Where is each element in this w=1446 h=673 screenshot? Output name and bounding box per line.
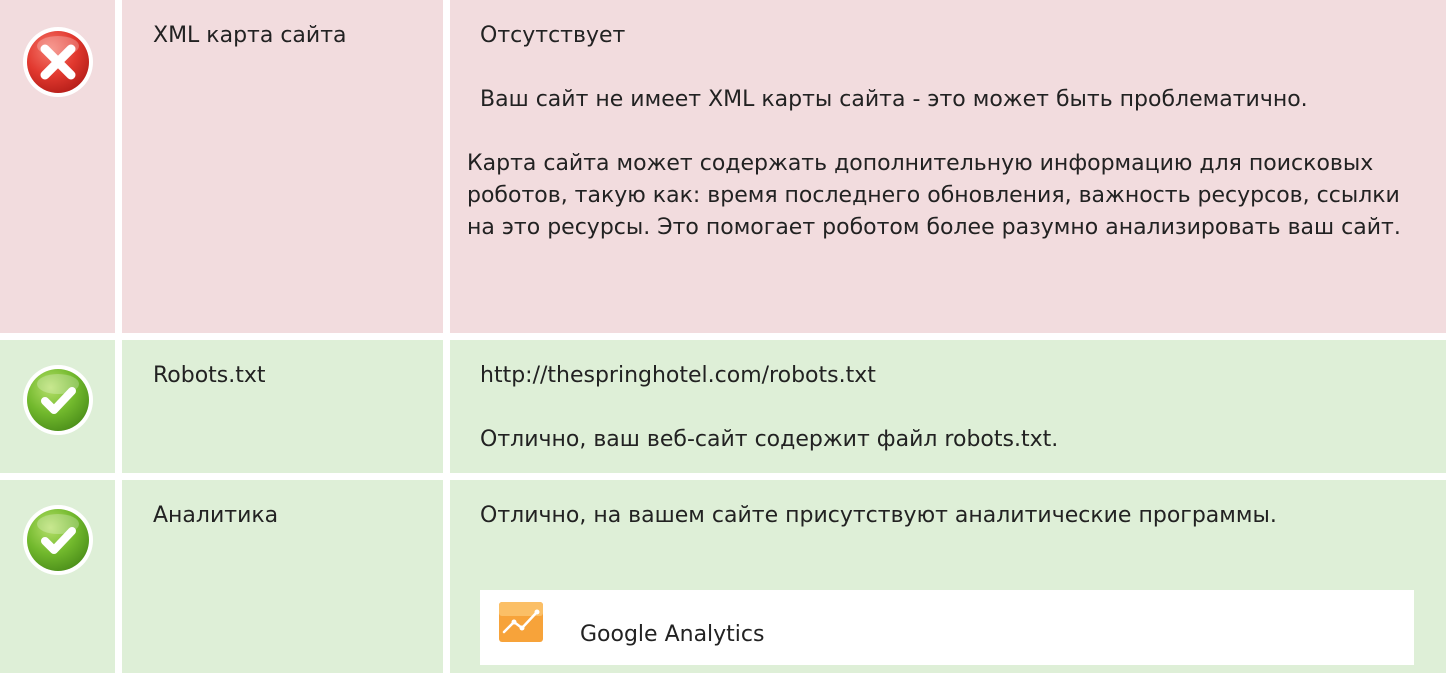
status-cell — [0, 0, 115, 333]
label-cell: Аналитика — [122, 480, 443, 673]
row-label: Аналитика — [153, 503, 279, 528]
check-icon — [23, 365, 93, 435]
check-icon — [23, 505, 93, 575]
row-message: Ваш сайт не имеет XML карты сайта - это … — [480, 87, 1308, 112]
google-analytics-icon — [499, 602, 543, 642]
content-cell: http://thespringhotel.com/robots.txt Отл… — [450, 340, 1446, 473]
tool-name: Google Analytics — [580, 622, 765, 647]
row-details: Карта сайта может содержать дополнительн… — [467, 151, 1401, 240]
content-cell: Отлично, на вашем сайте присутствуют ана… — [450, 480, 1446, 673]
status-cell — [0, 340, 115, 473]
row-message: Отлично, на вашем сайте присутствуют ана… — [480, 503, 1277, 528]
analytics-tool-item: Google Analytics — [480, 590, 1414, 665]
row-label: XML карта сайта — [153, 23, 347, 48]
label-cell: Robots.txt — [122, 340, 443, 473]
row-message: Отлично, ваш веб-сайт содержит файл robo… — [480, 427, 1059, 452]
error-x-icon — [23, 27, 93, 97]
robots-url[interactable]: http://thespringhotel.com/robots.txt — [467, 360, 1424, 392]
status-cell — [0, 480, 115, 673]
analytics-row: Аналитика Отлично, на вашем сайте присут… — [0, 480, 1446, 673]
robots-row: Robots.txt http://thespringhotel.com/rob… — [0, 340, 1446, 473]
row-value: Отсутствует — [480, 23, 626, 48]
content-cell: Отсутствует Ваш сайт не имеет XML карты … — [450, 0, 1446, 333]
row-label: Robots.txt — [153, 363, 266, 388]
label-cell: XML карта сайта — [122, 0, 443, 333]
sitemap-row: XML карта сайта Отсутствует Ваш сайт не … — [0, 0, 1446, 333]
